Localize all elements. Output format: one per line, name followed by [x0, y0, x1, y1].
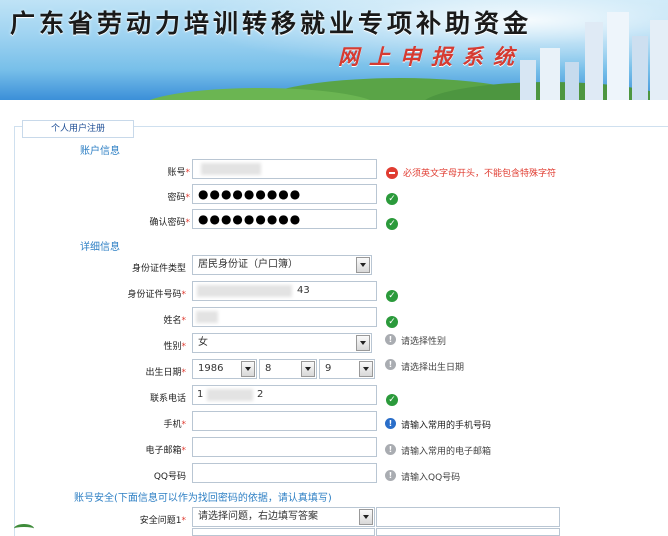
security-question-label: 安全问题1*: [139, 516, 186, 526]
qq-label: QQ号码: [153, 472, 186, 482]
mobile-label: 手机*: [163, 420, 186, 430]
qq-input[interactable]: [192, 463, 377, 483]
check-icon: ✓: [386, 290, 398, 302]
name-input[interactable]: [192, 307, 377, 327]
birth-day-value: 9: [325, 363, 332, 374]
confirm-password-input[interactable]: ●●●●●●●●●: [192, 209, 377, 229]
gender-label: 性别*: [163, 342, 186, 352]
check-icon: ✓: [386, 193, 398, 205]
birth-year-value: 1986: [198, 363, 224, 374]
mobile-input[interactable]: [192, 411, 377, 431]
gender-select[interactable]: 女: [192, 333, 372, 353]
birth-hint: 请选择出生日期: [401, 363, 465, 373]
phone-suffix: 2: [257, 389, 264, 400]
logo-mark: [14, 524, 34, 533]
info-icon: !: [385, 359, 396, 370]
name-label: 姓名*: [163, 316, 186, 326]
banner-subtitle: 网上申报系统: [338, 44, 524, 69]
banner-title: 广东省劳动力培训转移就业专项补助资金: [10, 9, 533, 38]
info-icon: !: [385, 334, 396, 345]
error-icon: [386, 167, 398, 179]
banner-building: [632, 36, 648, 100]
qq-hint: 请输入QQ号码: [401, 473, 461, 483]
security-answer-input[interactable]: [376, 507, 560, 527]
security-question-value: 请选择问题，右边填写答案: [198, 511, 318, 522]
birth-label: 出生日期*: [145, 368, 186, 378]
check-icon: ✓: [386, 316, 398, 328]
section-security: 账号安全(下面信息可以作为找回密码的依据，请认真填写): [74, 493, 332, 504]
id-type-select[interactable]: 居民身份证（户口簿）: [192, 255, 372, 275]
header-banner: 广东省劳动力培训转移就业专项补助资金 网上申报系统: [0, 0, 668, 100]
email-label: 电子邮箱*: [145, 446, 186, 456]
banner-building: [607, 12, 629, 100]
id-number-label: 身份证件号码*: [127, 290, 186, 300]
confirm-password-label: 确认密码*: [149, 218, 190, 228]
password-label: 密码*: [167, 193, 190, 203]
phone-input[interactable]: 1 2: [192, 385, 377, 405]
birth-year-select[interactable]: 1986: [192, 359, 257, 379]
id-number-input[interactable]: 43: [192, 281, 377, 301]
mobile-hint: 请输入常用的手机号码: [401, 421, 492, 431]
check-icon: ✓: [386, 394, 398, 406]
info-icon: !: [385, 470, 396, 481]
check-icon: ✓: [386, 218, 398, 230]
banner-building: [540, 48, 560, 100]
email-input[interactable]: [192, 437, 377, 457]
id-number-suffix: 43: [297, 285, 310, 296]
panel-legend: 个人用户注册: [22, 120, 134, 138]
birth-month-value: 8: [265, 363, 272, 374]
banner-building: [585, 22, 603, 100]
section-detail: 详细信息: [80, 242, 120, 253]
username-hint: 必须英文字母开头，不能包含特殊字符: [403, 169, 557, 179]
redacted-value: [201, 163, 261, 175]
birth-month-select[interactable]: 8: [259, 359, 317, 379]
gender-hint: 请选择性别: [401, 337, 447, 347]
phone-label: 联系电话: [149, 394, 186, 404]
birth-day-select[interactable]: 9: [319, 359, 375, 379]
chevron-down-icon[interactable]: [359, 361, 373, 377]
id-type-label: 身份证件类型: [131, 264, 186, 274]
banner-building: [565, 62, 579, 100]
phone-prefix: 1: [197, 389, 204, 400]
redacted-value: [196, 311, 218, 323]
id-type-value: 居民身份证（户口簿）: [198, 259, 298, 270]
section-account: 账户信息: [80, 146, 120, 157]
redacted-value: [207, 389, 253, 401]
info-icon: !: [385, 418, 396, 429]
chevron-down-icon[interactable]: [301, 361, 315, 377]
banner-building: [650, 20, 668, 100]
redacted-value: [197, 285, 292, 297]
username-label: 账号*: [167, 168, 190, 178]
chevron-down-icon[interactable]: [356, 257, 370, 273]
chevron-down-icon[interactable]: [241, 361, 255, 377]
password-input[interactable]: ●●●●●●●●●: [192, 184, 377, 204]
chevron-down-icon[interactable]: [356, 335, 370, 351]
gender-value: 女: [198, 337, 208, 348]
email-hint: 请输入常用的电子邮箱: [401, 447, 492, 457]
username-input[interactable]: [192, 159, 377, 179]
chevron-down-icon[interactable]: [359, 509, 373, 525]
info-icon: !: [385, 444, 396, 455]
security-question-select[interactable]: 请选择问题，右边填写答案: [192, 507, 375, 527]
